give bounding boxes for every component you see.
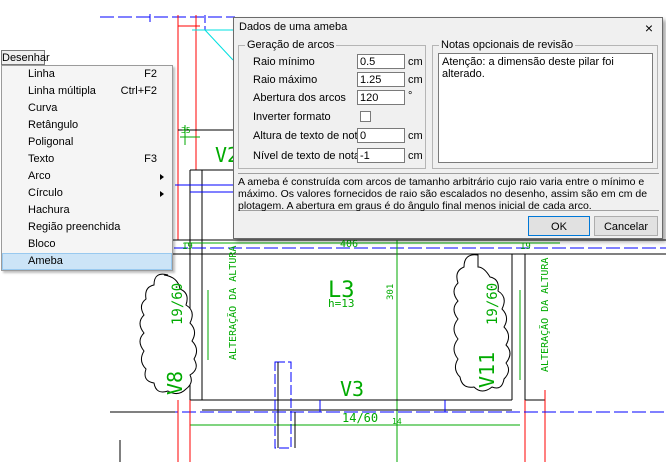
- menu-item-label: Círculo: [28, 187, 63, 199]
- menu-item-retangulo[interactable]: Retângulo: [2, 117, 172, 134]
- raio-minimo-unit: cm: [408, 56, 423, 68]
- dialog-titlebar[interactable]: Dados de uma ameba ×: [234, 18, 662, 38]
- menu-item-regiao-preenchida[interactable]: Região preenchida: [2, 219, 172, 236]
- col-right-label: V11: [475, 352, 499, 388]
- menu-item-circulo[interactable]: Círculo: [2, 185, 172, 202]
- group-notas-revisao: Notas opcionais de revisão Atenção: a di…: [432, 39, 658, 169]
- ok-button[interactable]: OK: [528, 216, 590, 236]
- group-title: Geração de arcos: [245, 39, 337, 51]
- menu-item-curva[interactable]: Curva: [2, 100, 172, 117]
- menu-item-label: Texto: [28, 153, 55, 165]
- beam-label-v3: V3: [340, 377, 364, 401]
- menu-item-label: Curva: [28, 102, 58, 114]
- menu-item-label: Região preenchida: [28, 221, 121, 233]
- inverter-formato-checkbox[interactable]: [360, 111, 371, 122]
- dialog-title: Dados de uma ameba: [239, 21, 348, 33]
- menu-item-ameba[interactable]: Ameba: [2, 253, 172, 270]
- menu-item-linha-multipla[interactable]: Linha múltipla Ctrl+F2: [2, 83, 172, 100]
- submenu-arrow-icon: [160, 174, 164, 180]
- nivel-texto-unit: cm: [408, 150, 423, 162]
- altura-texto-label: Altura de texto de notas: [253, 130, 370, 142]
- group-title: Notas opcionais de revisão: [439, 39, 576, 51]
- col-right-size: 19/60: [485, 283, 501, 325]
- raio-maximo-label: Raio máximo: [253, 74, 318, 86]
- close-icon[interactable]: ×: [640, 20, 658, 36]
- menu-item-label: Linha: [28, 68, 55, 80]
- altura-texto-input[interactable]: [357, 128, 405, 143]
- altura-texto-unit: cm: [408, 130, 423, 142]
- menu-item-texto[interactable]: Texto F3: [2, 151, 172, 168]
- group-geracao-arcos: Geração de arcos Raio mínimo cm Raio máx…: [238, 39, 426, 169]
- slab-height: h=13: [328, 297, 355, 310]
- menu-item-label: Retângulo: [28, 119, 79, 131]
- menu-item-label: Poligonal: [28, 136, 74, 148]
- nivel-texto-input[interactable]: [357, 148, 405, 163]
- menu-desenhar[interactable]: Desenhar: [1, 50, 50, 65]
- note-left: ALTERAÇÃO DA ALTURA: [226, 246, 239, 360]
- abertura-arcos-input[interactable]: [357, 90, 405, 105]
- menu-item-shortcut: Ctrl+F2: [120, 85, 157, 97]
- menu-item-label: Hachura: [28, 204, 70, 216]
- raio-minimo-input[interactable]: [357, 54, 405, 69]
- col-left-label: V8: [163, 371, 187, 395]
- menu-item-linha[interactable]: Linha F2: [2, 66, 172, 83]
- dim-19-top: 19: [182, 242, 193, 252]
- menu-item-shortcut: F3: [144, 153, 157, 165]
- menu-item-label: Bloco: [28, 238, 56, 250]
- dim-301: 301: [386, 284, 396, 300]
- raio-maximo-unit: cm: [408, 74, 423, 86]
- menu-item-bloco[interactable]: Bloco: [2, 236, 172, 253]
- notas-revisao-textarea[interactable]: Atenção: a dimensão deste pilar foi alte…: [438, 53, 653, 163]
- menu-item-label: Linha múltipla: [28, 85, 96, 97]
- menu-item-poligonal[interactable]: Poligonal: [2, 134, 172, 151]
- menu-item-label: Arco: [28, 170, 51, 182]
- dim-19-right: 19: [520, 242, 531, 252]
- submenu-arrow-icon: [160, 191, 164, 197]
- raio-minimo-label: Raio mínimo: [253, 56, 315, 68]
- menu-item-label: Ameba: [28, 255, 63, 267]
- abertura-arcos-unit: °: [408, 90, 413, 102]
- menu-item-hachura[interactable]: Hachura: [2, 202, 172, 219]
- dialog-ameba: Dados de uma ameba × Geração de arcos Ra…: [233, 17, 663, 239]
- menu-item-shortcut: F2: [144, 68, 157, 80]
- cancel-button[interactable]: Cancelar: [594, 216, 658, 236]
- dim-35: 35: [181, 126, 191, 135]
- inverter-formato-label: Inverter formato: [253, 111, 331, 123]
- help-text: A ameba é construída com arcos de tamanh…: [238, 173, 659, 212]
- menu-item-arco[interactable]: Arco: [2, 168, 172, 185]
- dim-14: 14: [392, 417, 402, 426]
- raio-maximo-input[interactable]: [357, 72, 405, 87]
- col-left-size: 19/60: [170, 283, 186, 325]
- note-right: ALTERAÇÃO DA ALTURA: [538, 258, 551, 372]
- menu-desenhar-dropdown: Linha F2 Linha múltipla Ctrl+F2 Curva Retâ…: [1, 65, 173, 271]
- abertura-arcos-label: Abertura dos arcos: [253, 92, 346, 104]
- dim-406: 406: [340, 239, 358, 250]
- beam-size-v3: 14/60: [342, 411, 378, 425]
- nivel-texto-label: Nível de texto de notas: [253, 150, 366, 162]
